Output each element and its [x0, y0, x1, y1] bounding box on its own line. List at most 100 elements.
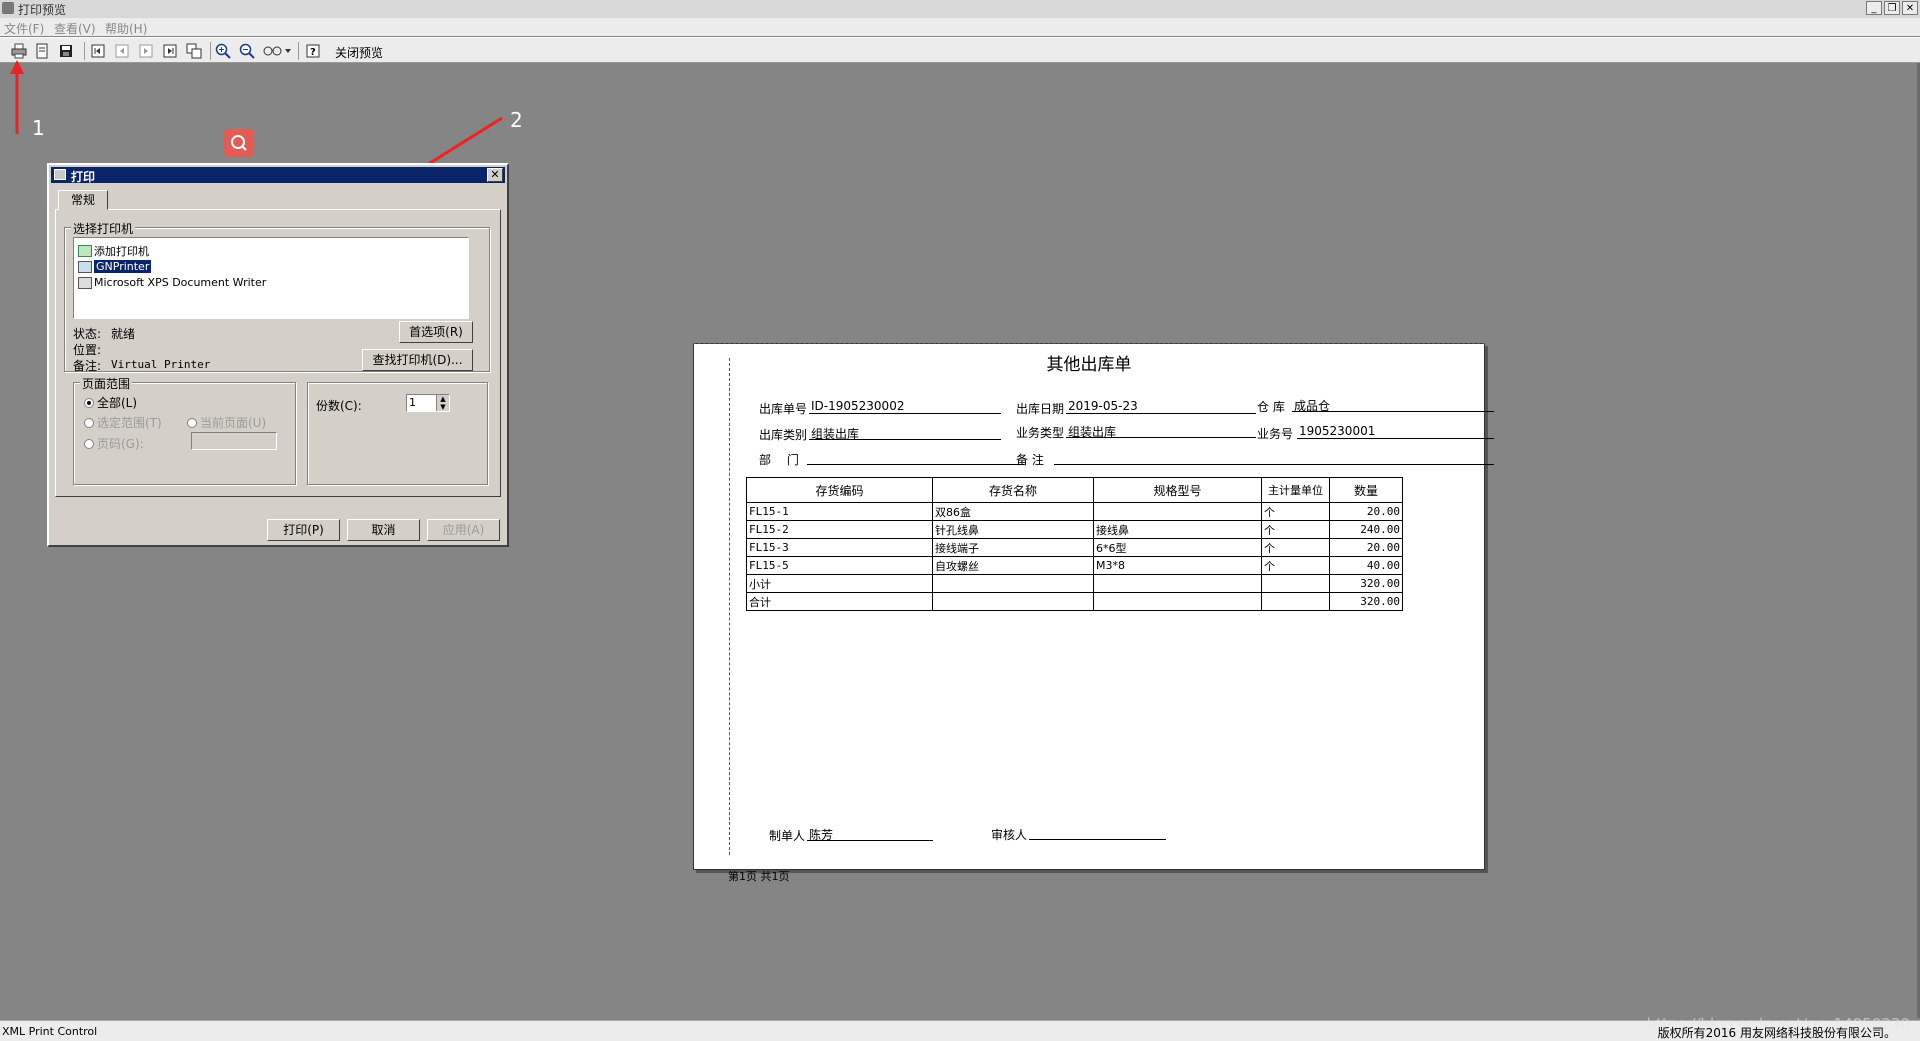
- dialog-title: 打印: [71, 170, 96, 184]
- table-row: FL15-1 双86盒 个 20.00: [746, 502, 1403, 521]
- restore-button[interactable]: ❐: [1884, 1, 1900, 15]
- radio-dot: [84, 438, 94, 449]
- order-no-label: 出库单号: [759, 402, 808, 416]
- preferences-button[interactable]: 首选项(R): [399, 321, 473, 343]
- radio-dot: [187, 417, 197, 428]
- table-cell: 320.00: [1329, 592, 1403, 611]
- table-cell: [1093, 574, 1262, 593]
- copies-spinner[interactable]: ▲ ▼: [436, 395, 449, 411]
- printer-item-gnprinter[interactable]: GNPrinter: [78, 259, 152, 274]
- table-cell: 6*6型: [1093, 538, 1262, 557]
- table-cell: 自攻螺丝: [932, 556, 1094, 575]
- table-cell: 双86盒: [932, 502, 1094, 521]
- comment-value: Virtual Printer: [111, 358, 211, 371]
- table-cell: 针孔线鼻: [932, 520, 1094, 539]
- table-cell: [1261, 592, 1330, 611]
- dialog-close-button[interactable]: ✕: [487, 168, 503, 182]
- print-dialog: 打印 ✕ 常规 选择打印机 添加打印机 GNPrinter Microsoft …: [47, 163, 509, 547]
- category-value: 组装出库: [809, 425, 1001, 441]
- radio-label: 选定范围(T): [97, 416, 162, 430]
- table-cell: 个: [1261, 538, 1330, 557]
- biz-no-label: 业务号: [1257, 427, 1294, 441]
- radio-label: 页码(G):: [97, 437, 144, 451]
- radio-label: 全部(L): [97, 396, 138, 410]
- table-row: FL15-3 接线端子 6*6型个 20.00: [746, 538, 1403, 557]
- maker-label: 制单人: [769, 829, 806, 843]
- page-range-group: 页面范围 全部(L) 选定范围(T) 当前页面(U) 页码(G):: [73, 375, 296, 485]
- table-cell: FL15-2: [746, 520, 933, 539]
- radio-dot: [84, 397, 94, 408]
- select-printer-label: 选择打印机: [71, 220, 136, 237]
- status-label: 状态:: [73, 327, 102, 341]
- printer-icon: [78, 260, 92, 273]
- table-cell: [1093, 592, 1262, 611]
- column-header: 主计量单位: [1261, 477, 1330, 503]
- select-printer-group: 选择打印机 添加打印机 GNPrinter Microsoft XPS Docu…: [64, 220, 490, 373]
- table-cell: 合计: [746, 592, 933, 611]
- dept-value: [807, 450, 1024, 465]
- table-cell: 个: [1261, 520, 1330, 539]
- table-cell: 个: [1261, 556, 1330, 575]
- printer-item-xps[interactable]: Microsoft XPS Document Writer: [78, 275, 266, 290]
- range-pages-radio[interactable]: 页码(G):: [84, 435, 144, 452]
- dept-label: 部 门: [759, 453, 799, 467]
- print-button[interactable]: 打印(P): [267, 519, 340, 541]
- table-row: 合计 320.00: [746, 592, 1403, 611]
- range-all-radio[interactable]: 全部(L): [84, 394, 137, 411]
- annotation-number-2: 2: [510, 108, 523, 132]
- warehouse-value: 成品仓: [1292, 397, 1494, 413]
- page-counter: 第1页 共1页: [728, 870, 790, 883]
- minimize-button[interactable]: _: [1866, 1, 1882, 15]
- printer-name: 添加打印机: [94, 244, 149, 258]
- cancel-button[interactable]: 取消: [347, 519, 420, 541]
- annotation-arrowhead-1: [10, 60, 24, 74]
- biz-type-label: 业务类型: [1016, 426, 1065, 440]
- status-left-text: XML Print Control: [2, 1025, 98, 1038]
- page-numbers-input[interactable]: [191, 432, 277, 450]
- search-bubble[interactable]: [224, 129, 254, 157]
- printer-list[interactable]: 添加打印机 GNPrinter Microsoft XPS Document W…: [73, 237, 469, 319]
- column-header: 规格型号: [1093, 477, 1262, 503]
- preview-page: 其他出库单 出库单号 ID-1905230002 出库日期 2019-05-23…: [693, 343, 1494, 870]
- apply-button[interactable]: 应用(A): [427, 519, 500, 541]
- date-label: 出库日期: [1016, 402, 1065, 416]
- status-bar: XML Print Control https://blog.csdn.net/…: [0, 1015, 1920, 1041]
- items-table: 存货编码 存货名称 规格型号 主计量单位 数量 FL15-1 双86盒个 20.00 FL15…: [746, 477, 1403, 611]
- general-tab-panel: 选择打印机 添加打印机 GNPrinter Microsoft XPS Docu…: [55, 209, 501, 497]
- radio-dot: [84, 417, 94, 428]
- reviewer-value: [1029, 825, 1166, 840]
- copies-input[interactable]: 1 ▲ ▼: [406, 394, 450, 412]
- table-cell: 240.00: [1329, 520, 1403, 539]
- location-label: 位置:: [73, 343, 102, 357]
- table-cell: [932, 592, 1094, 611]
- tab-general[interactable]: 常规: [58, 190, 108, 210]
- range-current-radio[interactable]: 当前页面(U): [187, 414, 266, 431]
- table-cell: 20.00: [1329, 538, 1403, 557]
- range-selection-radio[interactable]: 选定范围(T): [84, 414, 162, 431]
- search-icon: [231, 135, 247, 151]
- table-cell: 20.00: [1329, 502, 1403, 521]
- margin-line: [729, 358, 730, 855]
- table-cell: 接线鼻: [1093, 520, 1262, 539]
- table-header-row: 存货编码 存货名称 规格型号 主计量单位 数量: [746, 477, 1403, 503]
- biz-type-value: 组装出库: [1066, 423, 1256, 439]
- table-cell: FL15-1: [746, 502, 933, 521]
- printer-icon: [78, 276, 92, 289]
- page-range-label: 页面范围: [80, 375, 133, 392]
- column-header: 存货编码: [746, 477, 933, 503]
- copyright-text: 版权所有2016 用友网络科技股份有限公司。: [1657, 1026, 1896, 1040]
- printer-item-add[interactable]: 添加打印机: [78, 243, 149, 258]
- page-dash-border: [693, 343, 1485, 344]
- close-window-button[interactable]: ✕: [1902, 1, 1918, 15]
- column-header: 数量: [1329, 477, 1403, 503]
- annotation-number-1: 1: [32, 116, 45, 140]
- table-cell: 个: [1261, 502, 1330, 521]
- dialog-title-bar[interactable]: 打印 ✕: [51, 167, 505, 184]
- printer-name: Microsoft XPS Document Writer: [94, 276, 267, 289]
- table-cell: [1261, 574, 1330, 593]
- column-header: 存货名称: [932, 477, 1094, 503]
- table-cell: 320.00: [1329, 574, 1403, 593]
- radio-label: 当前页面(U): [200, 416, 267, 430]
- biz-no-value: 1905230001: [1297, 424, 1494, 439]
- find-printer-button[interactable]: 查找打印机(D)...: [362, 349, 473, 371]
